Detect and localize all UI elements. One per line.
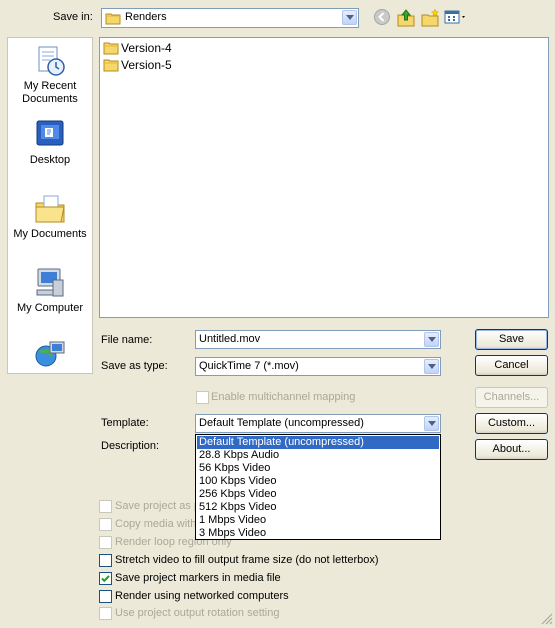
network-places-icon	[33, 338, 67, 372]
dropdown-option[interactable]: 3 Mbps Video	[197, 527, 439, 540]
resize-grip-icon[interactable]	[540, 612, 553, 628]
dropdown-option[interactable]: 1 Mbps Video	[197, 514, 439, 527]
save-in-value: Renders	[125, 11, 167, 23]
save-in-label: Save in:	[53, 11, 93, 23]
dropdown-option[interactable]: 256 Kbps Video	[197, 488, 439, 501]
option-label: Use project output rotation setting	[115, 607, 280, 619]
option-label: Stretch video to fill output frame size …	[115, 554, 379, 566]
file-name-input[interactable]: Untitled.mov	[195, 330, 441, 349]
back-icon[interactable]	[373, 8, 393, 28]
option-checkbox[interactable]	[99, 572, 112, 585]
option-label: Save project markers in media file	[115, 572, 281, 584]
channels-button[interactable]: Channels...	[475, 387, 548, 408]
file-name: Version-4	[121, 41, 172, 55]
save-button[interactable]: Save	[475, 329, 548, 350]
chevron-down-icon[interactable]	[342, 10, 357, 25]
file-name-label: File name:	[101, 334, 153, 346]
recent-documents-icon	[33, 44, 67, 78]
places-bar: My Recent Documents Desktop My Documents…	[7, 37, 93, 374]
option-checkbox[interactable]	[99, 590, 112, 603]
option-label: Save project as p	[115, 500, 200, 512]
option-label: Copy media with	[115, 518, 197, 530]
place-desktop[interactable]: Desktop	[8, 118, 92, 167]
save-as-type-label: Save as type:	[101, 360, 168, 372]
description-label: Description:	[101, 440, 160, 452]
option-checkbox[interactable]	[99, 607, 112, 620]
file-name: Version-5	[121, 58, 172, 72]
option-label: Render using networked computers	[115, 590, 289, 602]
my-documents-icon	[33, 192, 67, 226]
option-checkbox[interactable]	[99, 500, 112, 513]
save-in-combo[interactable]: Renders	[101, 8, 359, 28]
template-label: Template:	[101, 417, 149, 429]
up-folder-icon[interactable]	[396, 8, 416, 28]
option-checkbox[interactable]	[99, 536, 112, 549]
folder-icon	[103, 59, 119, 72]
custom-button[interactable]: Custom...	[475, 413, 548, 434]
list-item[interactable]: Version-4	[103, 40, 172, 56]
dropdown-option[interactable]: 56 Kbps Video	[197, 462, 439, 475]
chevron-down-icon[interactable]	[424, 359, 439, 374]
about-button[interactable]: About...	[475, 439, 548, 460]
place-label: Desktop	[29, 154, 71, 166]
file-list[interactable]: Version-4 Version-5	[99, 37, 549, 318]
option-checkbox[interactable]	[99, 518, 112, 531]
my-computer-icon	[33, 266, 67, 300]
multichannel-label: Enable multichannel mapping	[211, 391, 356, 403]
place-network[interactable]	[8, 338, 92, 374]
place-my-computer[interactable]: My Computer	[8, 266, 92, 315]
template-select[interactable]: Default Template (uncompressed)	[195, 414, 441, 433]
template-dropdown-list[interactable]: Default Template (uncompressed) 28.8 Kbps…	[195, 434, 441, 540]
place-my-documents[interactable]: My Documents	[8, 192, 92, 241]
list-item[interactable]: Version-5	[103, 57, 172, 73]
place-label: My Computer	[16, 302, 84, 314]
cancel-button[interactable]: Cancel	[475, 355, 548, 376]
dropdown-option[interactable]: 512 Kbps Video	[197, 501, 439, 514]
dropdown-option[interactable]: Default Template (uncompressed)	[197, 436, 439, 449]
views-menu-icon[interactable]	[444, 8, 468, 28]
place-label: My Recent Documents	[22, 80, 78, 105]
option-checkbox[interactable]	[99, 554, 112, 567]
folder-icon	[105, 11, 121, 28]
place-label: My Documents	[13, 228, 87, 240]
dropdown-option[interactable]: 100 Kbps Video	[197, 475, 439, 488]
new-folder-icon[interactable]	[420, 8, 440, 28]
folder-icon	[103, 42, 119, 55]
save-as-type-select[interactable]: QuickTime 7 (*.mov)	[195, 357, 441, 376]
desktop-icon	[33, 118, 67, 152]
chevron-down-icon[interactable]	[424, 332, 439, 347]
chevron-down-icon[interactable]	[424, 416, 439, 431]
place-recent-documents[interactable]: My Recent Documents	[8, 44, 92, 106]
multichannel-checkbox[interactable]	[196, 391, 209, 404]
dropdown-option[interactable]: 28.8 Kbps Audio	[197, 449, 439, 462]
